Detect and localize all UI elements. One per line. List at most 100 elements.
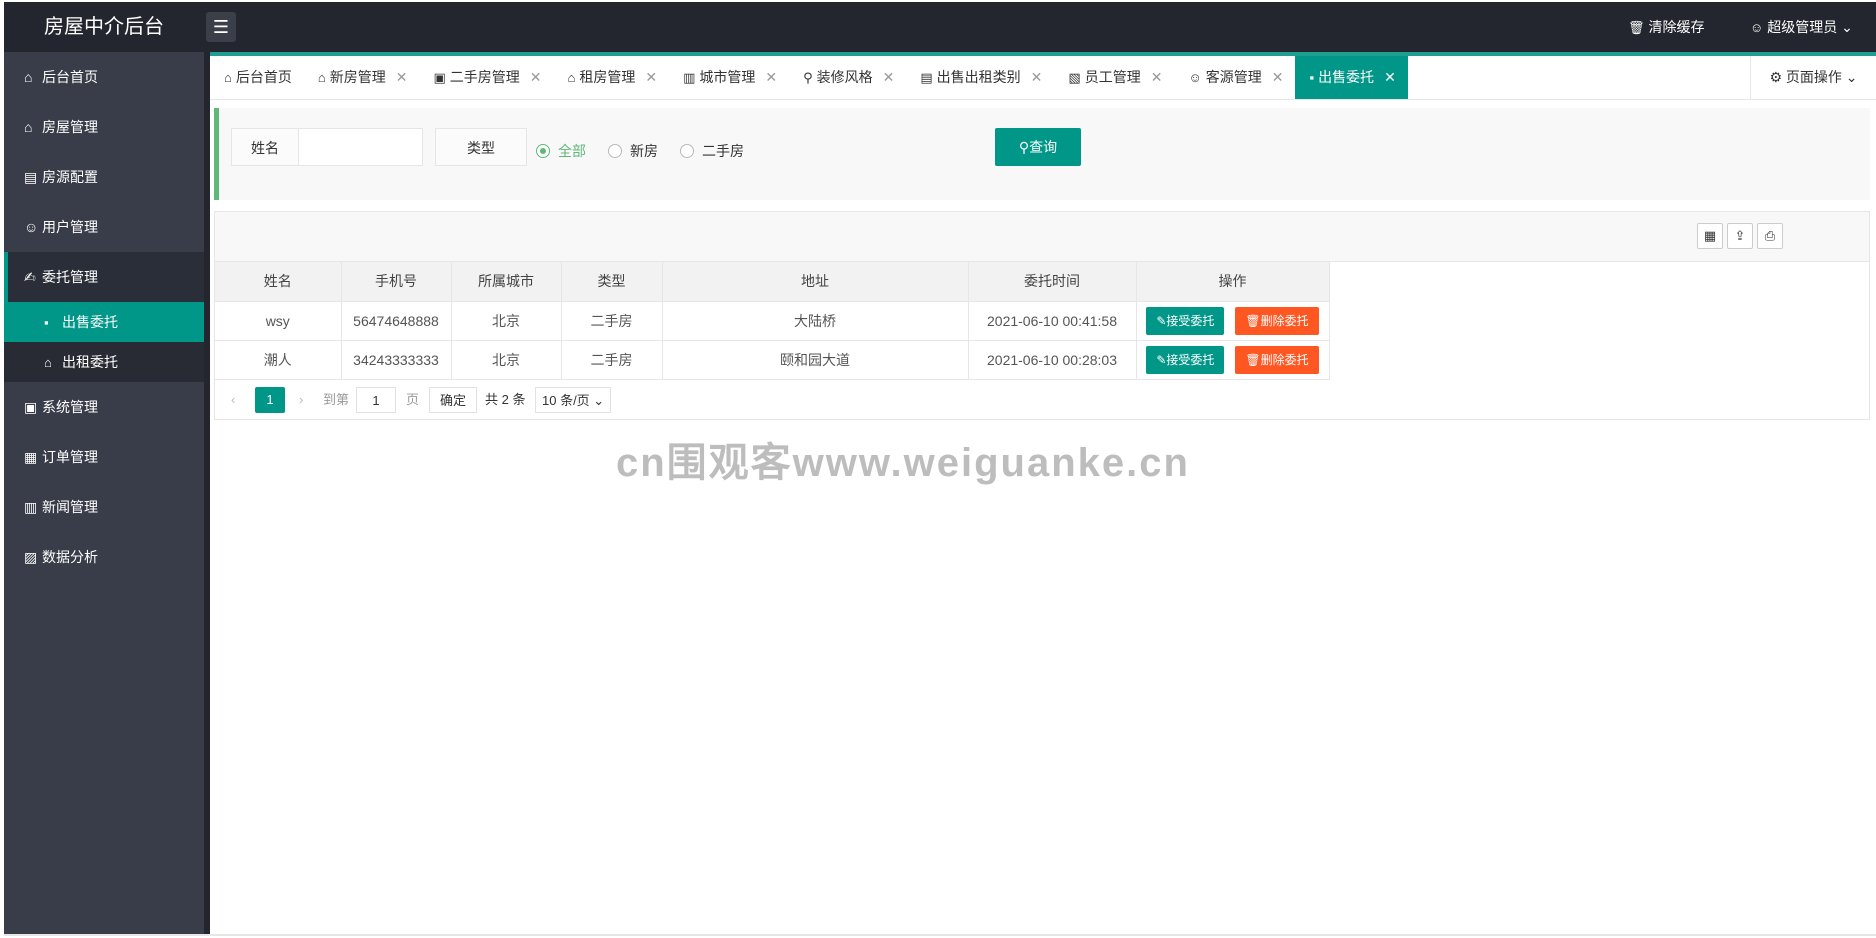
name-input[interactable]	[298, 128, 423, 166]
chevron-down-icon: ⌄	[1841, 69, 1858, 85]
tab-label: 员工管理	[1084, 69, 1141, 85]
cell-type: 二手房	[561, 340, 663, 380]
radio-all[interactable]: 全部	[536, 142, 586, 160]
tab-label: 租房管理	[579, 69, 636, 85]
sidebar-item-label: 后台首页	[42, 69, 98, 85]
page-operations-menu[interactable]: ⚙ 页面操作 ⌄	[1750, 56, 1876, 99]
sidebar-item-rent-entrust[interactable]: ⌂ 出租委托	[4, 342, 204, 382]
brush-icon: ⚲	[803, 70, 813, 85]
radio-new[interactable]: 新房	[608, 142, 658, 160]
tab-list: ⌂ 后台首页 ⌂ 新房管理 ✕ ▣ 二手房管理 ✕ ⌂ 租房管理 ✕ ▥ 城市管理 ✕ ⚲ 装修风格…	[210, 56, 1408, 99]
page-unit: 页	[406, 392, 420, 407]
house-icon: ⌂	[317, 70, 326, 85]
type-label: 类型	[435, 128, 527, 166]
sidebar-item-label: 房源配置	[42, 169, 98, 185]
tab-sale-entrust[interactable]: ▪ 出售委托 ✕	[1295, 56, 1408, 99]
close-icon[interactable]: ✕	[883, 56, 895, 99]
prev-page-icon[interactable]: ‹	[231, 387, 235, 413]
sidebar-item-house[interactable]: ⌂ 房屋管理	[4, 102, 204, 152]
col-name: 姓名	[215, 262, 342, 302]
radio-dot	[680, 144, 694, 158]
user-icon: ☺	[1188, 70, 1202, 85]
col-address: 地址	[662, 262, 969, 302]
trash-icon: 🗑	[1628, 20, 1645, 35]
sidebar-item-label: 出租委托	[62, 354, 118, 370]
sidebar-item-system[interactable]: ▣ 系统管理	[4, 382, 204, 432]
house-icon: ⌂	[24, 119, 33, 135]
total-count: 共 2 条	[485, 392, 526, 407]
radio-second-hand[interactable]: 二手房	[680, 142, 744, 160]
cell-name: wsy	[215, 301, 342, 341]
admin-user-menu[interactable]: ☺ 超级管理员 ⌄	[1750, 2, 1853, 52]
tab-new-house[interactable]: ⌂ 新房管理 ✕	[304, 56, 420, 99]
tab-label: 城市管理	[699, 69, 756, 85]
edit-icon: ✎	[1156, 352, 1167, 367]
trash-icon: 🗑	[1245, 352, 1261, 367]
tab-city[interactable]: ▥ 城市管理 ✕	[669, 56, 789, 99]
sidebar-item-label: 委托管理	[42, 269, 98, 285]
sidebar-item-analytics[interactable]: ▨ 数据分析	[4, 532, 204, 582]
sidebar-item-entrust[interactable]: ✍ 委托管理	[4, 252, 204, 302]
sidebar-item-listing-config[interactable]: ▤ 房源配置	[4, 152, 204, 202]
system-icon: ▣	[24, 399, 38, 415]
export-icon[interactable]: ⇪	[1727, 223, 1753, 249]
building-icon: ▥	[683, 70, 696, 85]
goto-label: 到第	[323, 392, 350, 407]
tab-second-hand[interactable]: ▣ 二手房管理 ✕	[419, 56, 553, 99]
sidebar-item-news[interactable]: ▥ 新闻管理	[4, 482, 204, 532]
button-label: 删除委托	[1260, 313, 1309, 328]
delete-entrust-button[interactable]: 🗑删除委托	[1235, 306, 1319, 335]
query-button[interactable]: ⚲查询	[995, 128, 1081, 166]
close-icon[interactable]: ✕	[1384, 56, 1396, 99]
menu-toggle-button[interactable]: ☰	[206, 12, 236, 42]
page-size-select[interactable]: 10 条/页 ⌄	[535, 387, 612, 413]
close-icon[interactable]: ✕	[396, 56, 408, 99]
close-icon[interactable]: ✕	[765, 56, 777, 99]
cell-address: 颐和园大道	[662, 340, 969, 380]
tab-customers[interactable]: ☺ 客源管理 ✕	[1174, 56, 1295, 99]
search-form: 姓名 类型 全部 新房 二手房 ⚲查询	[214, 108, 1870, 200]
tab-staff[interactable]: ▧ 员工管理 ✕	[1054, 56, 1174, 99]
tab-category[interactable]: ▤ 出售出租类别 ✕	[906, 56, 1054, 99]
goto-confirm-button[interactable]: 确定	[429, 387, 478, 413]
delete-entrust-button[interactable]: 🗑删除委托	[1235, 345, 1319, 374]
close-icon[interactable]: ✕	[1031, 56, 1043, 99]
sidebar-item-orders[interactable]: ▦ 订单管理	[4, 432, 204, 482]
tab-decoration[interactable]: ⚲ 装修风格 ✕	[789, 56, 906, 99]
close-icon[interactable]: ✕	[1272, 56, 1284, 99]
close-icon[interactable]: ✕	[1151, 56, 1163, 99]
print-icon[interactable]: ⎙	[1757, 223, 1783, 249]
sidebar-item-label: 用户管理	[42, 219, 98, 235]
cell-name: 潮人	[215, 340, 342, 380]
cell-actions: ✎接受委托 🗑删除委托	[1136, 340, 1330, 380]
top-header: 房屋中介后台 ☰ 🗑 清除缓存 ☺ 超级管理员 ⌄	[4, 2, 1876, 52]
tab-bar: ⌂ 后台首页 ⌂ 新房管理 ✕ ▣ 二手房管理 ✕ ⌂ 租房管理 ✕ ▥ 城市管理 ✕ ⚲ 装修风格…	[210, 52, 1876, 100]
current-page[interactable]: 1	[255, 387, 285, 413]
sidebar-item-label: 房屋管理	[42, 119, 98, 135]
app-window: 房屋中介后台 ☰ 🗑 清除缓存 ☺ 超级管理员 ⌄ ⌂ 后台首页 ⌂ 房屋管理 ▤ 房源配…	[4, 2, 1876, 936]
tab-label: 装修风格	[816, 69, 873, 85]
app-title: 房屋中介后台	[44, 16, 164, 38]
sidebar-item-home[interactable]: ⌂ 后台首页	[4, 52, 204, 102]
close-icon[interactable]: ✕	[530, 56, 542, 99]
bottom-divider	[4, 934, 1876, 936]
sale-icon: ▪	[1309, 70, 1315, 85]
next-page-icon[interactable]: ›	[299, 387, 303, 413]
button-label: 接受委托	[1166, 352, 1215, 367]
radio-label: 全部	[558, 143, 586, 159]
columns-icon[interactable]: ▦	[1697, 223, 1723, 249]
briefcase-icon: ▣	[433, 70, 446, 85]
accept-entrust-button[interactable]: ✎接受委托	[1146, 306, 1225, 335]
sidebar-item-sale-entrust[interactable]: ▪ 出售委托	[4, 302, 204, 342]
clear-cache-button[interactable]: 🗑 清除缓存	[1628, 2, 1705, 52]
tab-home[interactable]: ⌂ 后台首页	[210, 56, 304, 99]
sidebar-item-users[interactable]: ☺ 用户管理	[4, 202, 204, 252]
building-icon: ▤	[920, 70, 933, 85]
accept-entrust-button[interactable]: ✎接受委托	[1146, 345, 1225, 374]
table-header-row: 姓名 手机号 所属城市 类型 地址 委托时间 操作	[215, 262, 1330, 302]
tab-label: 二手房管理	[449, 69, 520, 85]
close-icon[interactable]: ✕	[645, 56, 657, 99]
entrust-table: 姓名 手机号 所属城市 类型 地址 委托时间 操作 wsy 5647464888…	[215, 262, 1330, 380]
goto-page-input[interactable]: 1	[356, 387, 396, 413]
tab-rental[interactable]: ⌂ 租房管理 ✕	[553, 56, 669, 99]
